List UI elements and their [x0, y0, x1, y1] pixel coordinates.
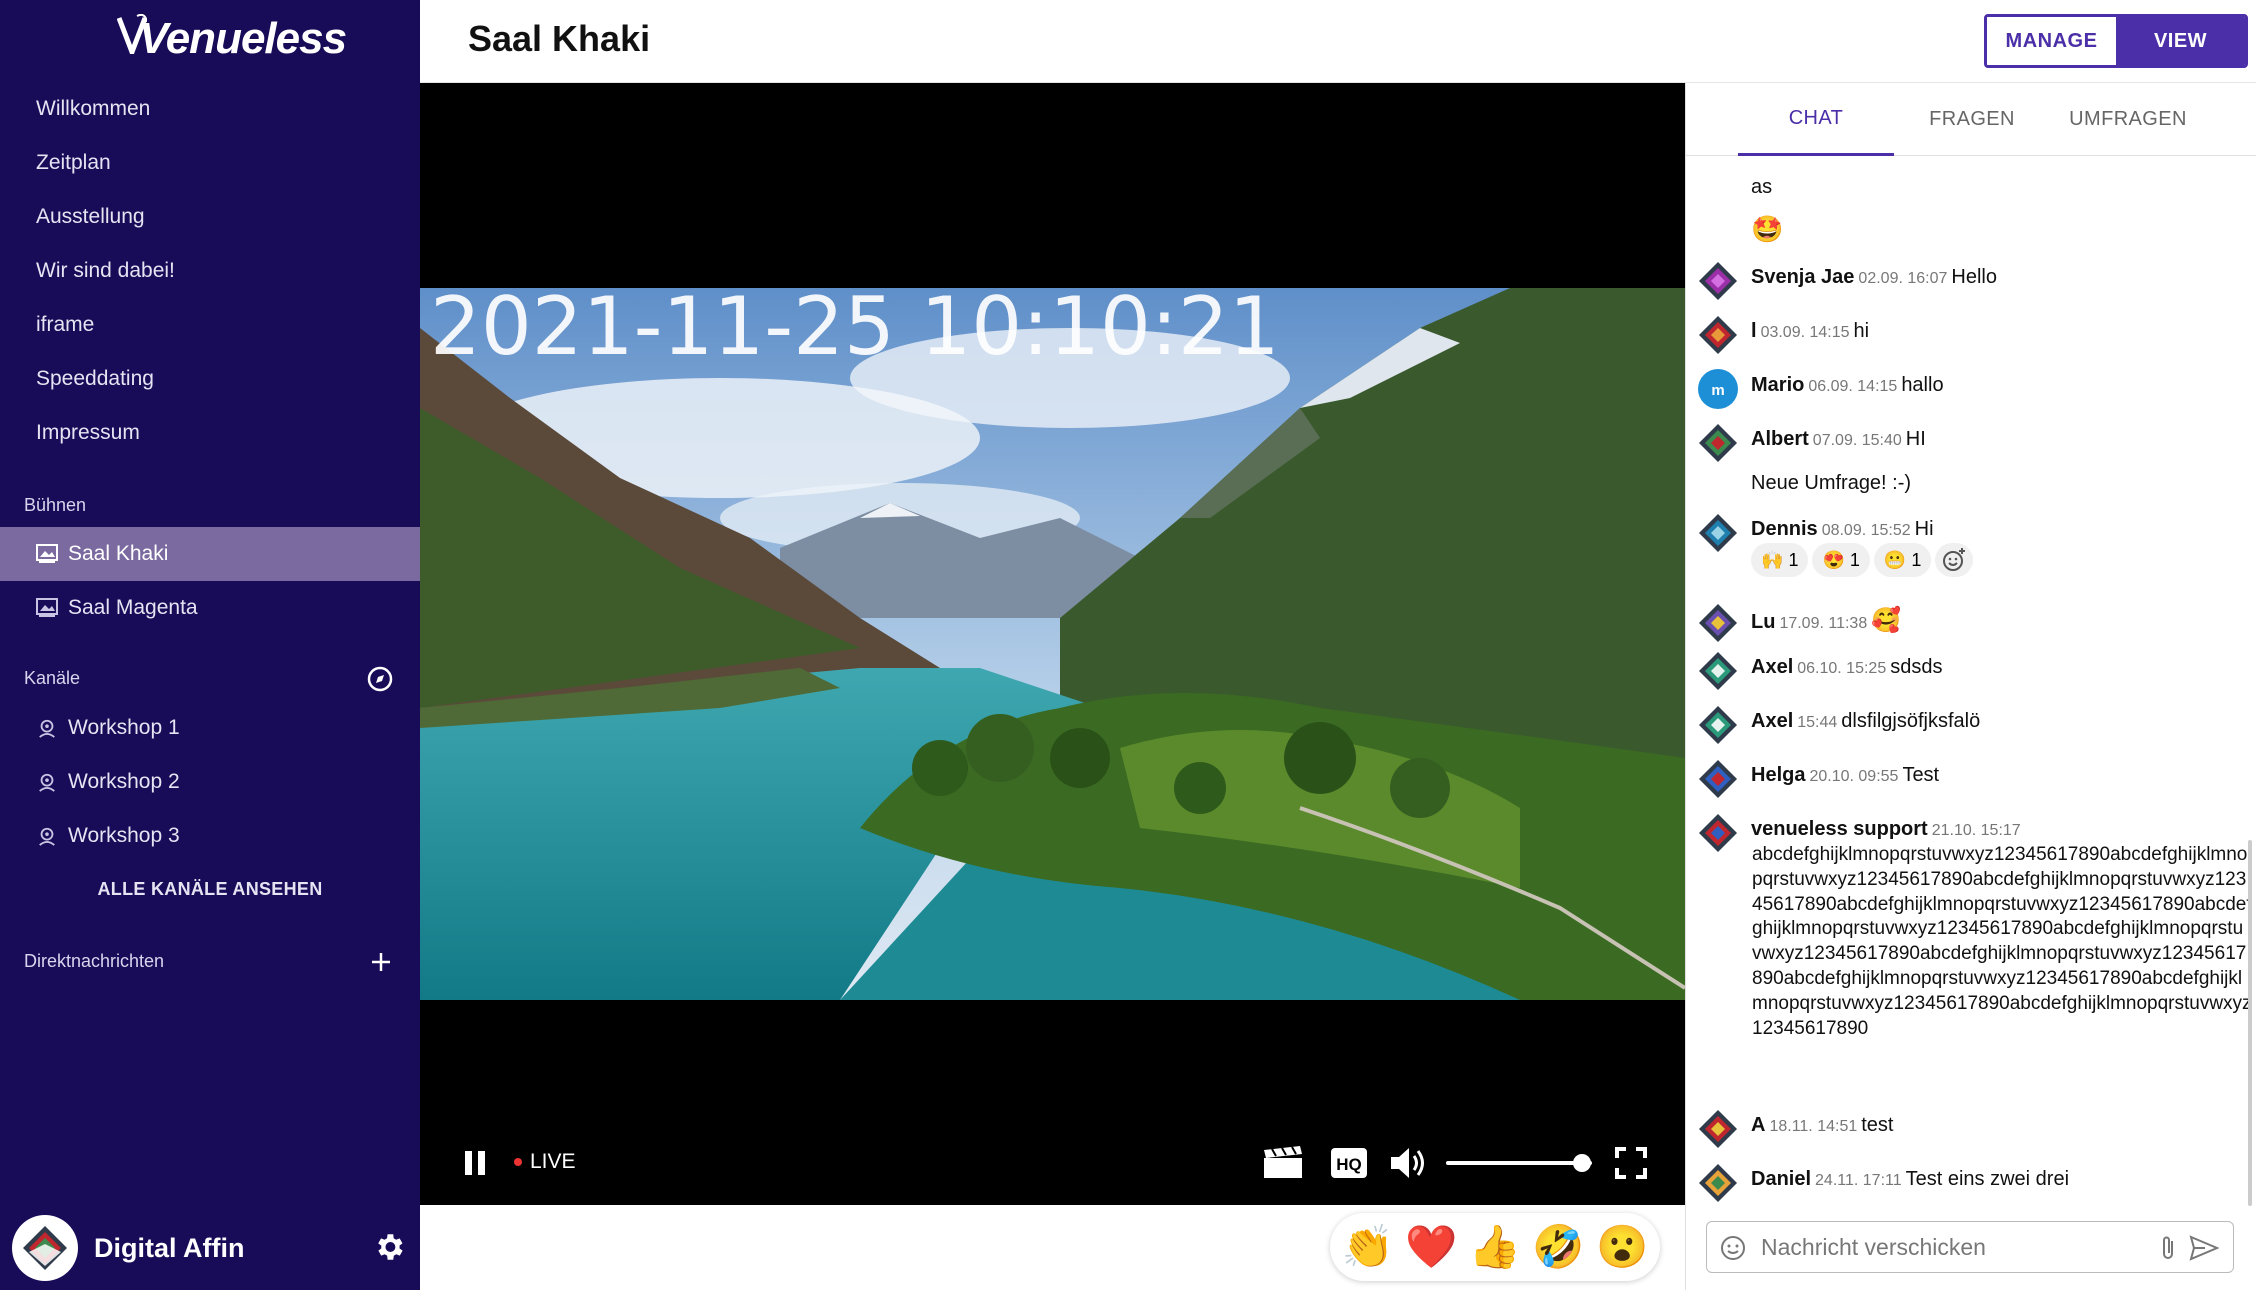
nav-item-iframe[interactable]: iframe	[36, 313, 94, 337]
thumbs-up-reaction-button[interactable]: 👍	[1469, 1226, 1521, 1268]
page-title: Saal Khaki	[468, 18, 651, 59]
nav-item-speeddating[interactable]: Speeddating	[36, 367, 154, 391]
sidebar: Venueless Willkommen Zeitplan Ausstellun…	[0, 0, 420, 1290]
channel-icon	[39, 719, 55, 738]
surprised-reaction-button[interactable]: 😮	[1596, 1226, 1648, 1268]
manage-button[interactable]: MANAGE	[1987, 17, 2116, 65]
video-scene-image	[420, 288, 1685, 1000]
video-frame: 2021-11-25 10:10:21	[420, 288, 1685, 1000]
channel-item-workshop-3[interactable]: Workshop 3	[0, 809, 420, 863]
video-controls: LIVE HQ	[420, 1138, 1685, 1188]
reaction-emoji: 🙌	[1761, 549, 1784, 570]
message-text: abcdefghijklmnopqrstuvwxyz12345617890abc…	[1752, 844, 2252, 1039]
add-reaction-button[interactable]	[1935, 543, 1974, 577]
gear-icon[interactable]	[372, 1230, 406, 1264]
clapperboard-icon[interactable]	[1262, 1146, 1304, 1180]
live-label: LIVE	[530, 1150, 576, 1173]
channel-icon	[39, 773, 55, 792]
tab-chat[interactable]: CHAT	[1738, 83, 1894, 156]
rofl-reaction-button[interactable]: 🤣	[1532, 1226, 1584, 1268]
channel-item-workshop-1[interactable]: Workshop 1	[0, 701, 420, 755]
svg-text:HQ: HQ	[1336, 1155, 1362, 1174]
see-all-channels-link[interactable]: ALLE KANÄLE ANSEHEN	[0, 879, 420, 900]
chat-panel: CHAT FRAGEN UMFRAGEN	[1685, 83, 2256, 1290]
nav-item-willkommen[interactable]: Willkommen	[36, 97, 150, 121]
reaction-pill[interactable]: 😬 1	[1873, 543, 1932, 577]
message-input[interactable]	[1759, 1232, 2159, 1262]
fullscreen-icon[interactable]	[1614, 1146, 1648, 1180]
nav-item-wir-sind-dabei[interactable]: Wir sind dabei!	[36, 259, 175, 283]
chat-scrollbar[interactable]	[2248, 840, 2252, 1206]
mode-switch: MANAGE VIEW	[1984, 14, 2248, 68]
hq-icon[interactable]: HQ	[1330, 1146, 1368, 1180]
logo-text: Venueless	[139, 14, 347, 63]
dm-section-title: Direktnachrichten	[24, 951, 165, 971]
avatar[interactable]	[12, 1215, 78, 1281]
stage-icon	[36, 598, 58, 617]
nav-item-ausstellung[interactable]: Ausstellung	[36, 205, 145, 229]
heart-reaction-button[interactable]: ❤️	[1405, 1226, 1457, 1268]
emoji-icon[interactable]	[1719, 1234, 1747, 1262]
channel-item-workshop-2[interactable]: Workshop 2	[0, 755, 420, 809]
video-timestamp: 2021-11-25 10:10:21	[430, 288, 1280, 373]
reaction-pill[interactable]: 🙌 1	[1751, 543, 1809, 577]
stage-label: Saal Khaki	[68, 542, 169, 565]
user-avatar-icon	[23, 1226, 67, 1270]
clap-reaction-button[interactable]: 👏	[1342, 1226, 1394, 1268]
reaction-bar: 👏 ❤️ 👍 🤣 😮	[420, 1205, 1685, 1290]
reaction-pill[interactable]: 😍 1	[1812, 543, 1870, 577]
reaction-count: 1	[1849, 549, 1860, 570]
chat-input-box	[1706, 1221, 2234, 1273]
tab-fragen[interactable]: FRAGEN	[1894, 83, 2050, 156]
stage-icon	[36, 544, 58, 563]
live-dot-icon	[514, 1158, 522, 1166]
paperclip-icon[interactable]	[2157, 1234, 2179, 1262]
stage-item-saal-khaki[interactable]: Saal Khaki	[0, 527, 420, 581]
reaction-emoji: 😍	[1822, 549, 1845, 570]
view-button[interactable]: VIEW	[2116, 17, 2245, 65]
user-bar[interactable]: Digital Affin	[0, 1206, 420, 1290]
stages-section-title: Bühnen	[24, 495, 87, 515]
add-emoji-icon	[1943, 548, 1966, 571]
pause-icon[interactable]	[460, 1148, 490, 1178]
channel-icon	[39, 827, 55, 846]
reaction-count: 1	[1788, 549, 1799, 570]
user-name: Digital Affin	[94, 1232, 245, 1263]
nav-item-zeitplan[interactable]: Zeitplan	[36, 151, 111, 175]
stage-label: Saal Magenta	[68, 596, 198, 619]
volume-slider[interactable]	[1446, 1161, 1592, 1165]
explore-channels-icon[interactable]	[366, 665, 394, 693]
channel-label: Workshop 3	[68, 824, 180, 847]
venueless-logo[interactable]: Venueless	[115, 8, 347, 72]
channel-label: Workshop 1	[68, 716, 180, 739]
send-icon[interactable]	[2189, 1234, 2219, 1262]
message-reactions: 🙌 1 😍 1 😬 1	[1751, 543, 1977, 577]
reaction-picker: 👏 ❤️ 👍 🤣 😮	[1330, 1213, 1660, 1281]
volume-icon[interactable]	[1388, 1144, 1428, 1182]
chat-tabs: CHAT FRAGEN UMFRAGEN	[1686, 83, 2256, 156]
add-dm-icon[interactable]	[370, 951, 392, 973]
room-header: Saal Khaki MANAGE VIEW	[420, 0, 2256, 83]
channels-section-title: Kanäle	[24, 668, 81, 688]
volume-slider-handle[interactable]	[1572, 1154, 1591, 1172]
reaction-emoji: 😬	[1883, 549, 1907, 570]
channel-label: Workshop 2	[68, 770, 180, 793]
stage-item-saal-magenta[interactable]: Saal Magenta	[0, 581, 420, 635]
reaction-count: 1	[1911, 549, 1922, 570]
nav-item-impressum[interactable]: Impressum	[36, 421, 140, 445]
tab-umfragen[interactable]: UMFRAGEN	[2050, 83, 2206, 156]
video-player[interactable]: 2021-11-25 10:10:21 LIVE HQ	[420, 83, 1685, 1205]
